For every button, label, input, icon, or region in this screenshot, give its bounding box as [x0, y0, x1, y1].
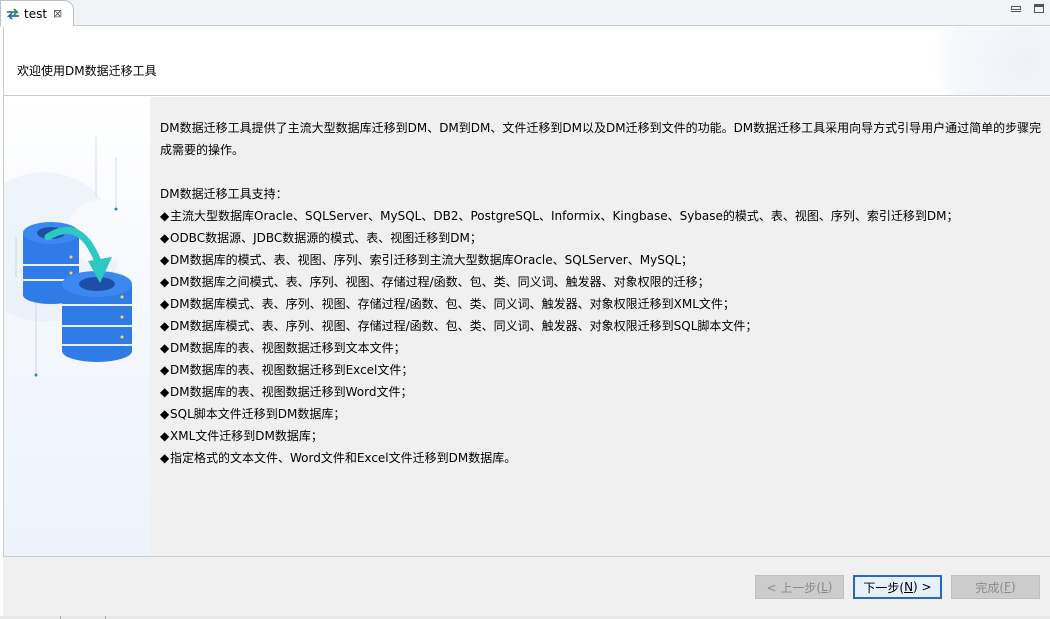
intro-line-1: DM数据迁移工具提供了主流大型数据库迁移到DM、DM到DM、文件迁移到DM以及D…: [160, 121, 1042, 135]
header-decoration: [930, 27, 1050, 95]
list-item: ◆XML文件迁移到DM数据库；: [160, 425, 959, 447]
editor-tab-bar: test ⊠: [0, 0, 1050, 26]
list-item: ◆DM数据库的模式、表、视图、序列、索引迁移到主流大型数据库Oracle、SQL…: [160, 249, 959, 271]
bullet-icon: ◆: [160, 341, 170, 355]
database-migration-icon: [4, 137, 132, 377]
bullet-icon: ◆: [160, 363, 170, 377]
bullet-icon: ◆: [160, 319, 170, 333]
list-item: ◆ODBC数据源、JDBC数据源的模式、表、视图迁移到DM；: [160, 227, 959, 249]
support-list: DM数据迁移工具支持： ◆主流大型数据库Oracle、SQLServer、MyS…: [160, 183, 959, 469]
list-item: ◆DM数据库之间模式、表、序列、视图、存储过程/函数、包、类、同义词、触发器、对…: [160, 271, 959, 293]
maximize-icon[interactable]: [1034, 4, 1044, 13]
page-title: 欢迎使用DM数据迁移工具: [17, 64, 157, 78]
list-item: ◆指定格式的文本文件、Word文件和Excel文件迁移到DM数据库。: [160, 447, 959, 469]
support-heading: DM数据迁移工具支持：: [160, 187, 288, 201]
next-button[interactable]: 下一步(N) >: [853, 575, 942, 599]
wizard-button-bar: < 上一步(L) 下一步(N) > 完成(F): [3, 556, 1050, 616]
bullet-icon: ◆: [160, 407, 170, 421]
list-item: ◆主流大型数据库Oracle、SQLServer、MySQL、DB2、Postg…: [160, 205, 959, 227]
tab-title: test: [24, 6, 48, 21]
bullet-icon: ◆: [160, 297, 170, 311]
intro-text: DM数据迁移工具提供了主流大型数据库迁移到DM、DM到DM、文件迁移到DM以及D…: [160, 117, 1041, 161]
intro-line-2: 成需要的操作。: [160, 143, 245, 157]
list-item: ◆SQL脚本文件迁移到DM数据库；: [160, 403, 959, 425]
back-button[interactable]: < 上一步(L): [755, 575, 844, 599]
close-tab-icon[interactable]: ⊠: [53, 7, 62, 20]
bullet-icon: ◆: [160, 253, 170, 267]
list-item: ◆DM数据库模式、表、序列、视图、存储过程/函数、包、类、同义词、触发器、对象权…: [160, 315, 959, 337]
bullet-icon: ◆: [160, 429, 170, 443]
finish-button[interactable]: 完成(F): [951, 575, 1040, 599]
content-panel: DM数据迁移工具提供了主流大型数据库迁移到DM、DM到DM、文件迁移到DM以及D…: [150, 97, 1050, 556]
illustration-panel: [4, 97, 150, 556]
list-item: ◆DM数据库的表、视图数据迁移到文本文件；: [160, 337, 959, 359]
minimize-icon[interactable]: [1011, 4, 1021, 12]
bullet-icon: ◆: [160, 275, 170, 289]
wizard-header: 欢迎使用DM数据迁移工具: [3, 27, 1050, 96]
bullet-icon: ◆: [160, 231, 170, 245]
bullet-icon: ◆: [160, 451, 170, 465]
bullet-icon: ◆: [160, 209, 170, 223]
transfer-arrows-icon: [6, 7, 20, 20]
tab-test[interactable]: test ⊠: [0, 0, 74, 26]
list-item: ◆DM数据库模式、表、序列、视图、存储过程/函数、包、类、同义词、触发器、对象权…: [160, 293, 959, 315]
list-item: ◆DM数据库的表、视图数据迁移到Excel文件；: [160, 359, 959, 381]
list-item: ◆DM数据库的表、视图数据迁移到Word文件；: [160, 381, 959, 403]
bullet-icon: ◆: [160, 385, 170, 399]
